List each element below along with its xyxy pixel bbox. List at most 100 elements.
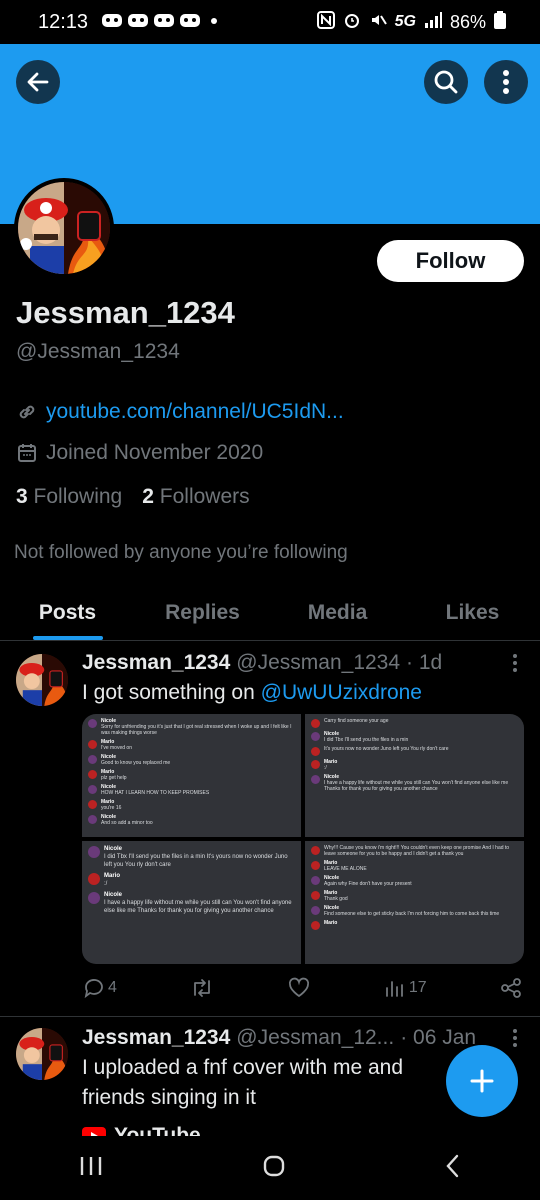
chat-text: I have a happy life without me while you… bbox=[324, 780, 509, 792]
following-stat[interactable]: 3 Following bbox=[16, 485, 122, 509]
repost-button[interactable] bbox=[190, 977, 214, 999]
chat-body: Nicole Good to know you replaced me bbox=[101, 754, 170, 766]
chat-avatar bbox=[311, 775, 320, 784]
profile-link[interactable]: youtube.com/channel/UC5IdN... bbox=[46, 400, 344, 424]
chat-body: Mario:/ bbox=[324, 759, 337, 771]
chat-body: Mario I've moved on bbox=[101, 739, 132, 751]
chat-avatar bbox=[88, 815, 97, 824]
post-text: I uploaded a fnf cover with me and frien… bbox=[82, 1056, 404, 1109]
chat-body: Nicole Again why Fine don't have your pre… bbox=[324, 875, 412, 887]
chat-text: I did Tbx I'll send you the files in a m… bbox=[324, 737, 409, 743]
chat-author: Mario bbox=[104, 873, 121, 879]
follow-button[interactable]: Follow bbox=[377, 240, 524, 282]
post-time: · 06 Jan bbox=[400, 1026, 477, 1049]
post-header: Jessman_1234 @Jessman_1234 · 1d bbox=[82, 651, 442, 675]
network-label: 5G bbox=[394, 13, 416, 30]
chat-text: I have a happy life without me while you… bbox=[104, 900, 292, 914]
post-author-name[interactable]: Jessman_1234 bbox=[82, 1026, 230, 1050]
post[interactable]: Jessman_1234 @Jessman_1234 · 1d I got so… bbox=[0, 641, 540, 1017]
tab-label: Media bbox=[307, 600, 368, 624]
reply-button[interactable]: 4 bbox=[82, 977, 117, 999]
chat-avatar bbox=[311, 747, 320, 756]
chat-avatar bbox=[88, 800, 97, 809]
signal-icon bbox=[424, 11, 442, 33]
battery-label: 86% bbox=[449, 11, 486, 32]
reply-count: 4 bbox=[108, 979, 117, 996]
media-image[interactable]: Nicole I did Tbx I'll send you the files … bbox=[82, 841, 301, 964]
chat-avatar bbox=[311, 846, 320, 855]
profile-display-name: Jessman_1234 bbox=[16, 295, 235, 330]
post-avatar[interactable] bbox=[16, 654, 68, 706]
back-nav-button[interactable] bbox=[445, 1154, 461, 1183]
system-nav-bar bbox=[0, 1136, 540, 1200]
media-image[interactable]: Why!!! Cause you know i'm right!!! You c… bbox=[305, 841, 524, 964]
share-button[interactable] bbox=[500, 977, 522, 999]
chat-body: Mario bbox=[324, 920, 337, 926]
media-image[interactable]: Nicole Sorry for unfriending you it's jus… bbox=[82, 714, 301, 837]
media-image[interactable]: Carry find someone your age Nicole I did T… bbox=[305, 714, 524, 837]
tab-label: Posts bbox=[38, 600, 97, 624]
chat-body: Nicole I did Tbx I'll send you the files … bbox=[324, 731, 408, 743]
more-vertical-icon bbox=[513, 1029, 517, 1047]
active-tab-indicator bbox=[32, 636, 103, 640]
home-button[interactable] bbox=[262, 1154, 286, 1183]
repost-icon bbox=[194, 979, 211, 997]
views-button[interactable]: 17 bbox=[383, 977, 427, 999]
more-options-button[interactable] bbox=[484, 60, 528, 104]
chevron-left-icon bbox=[446, 1154, 458, 1177]
follow-stats: 3 Following 2 Followers bbox=[16, 485, 250, 509]
views-count: 17 bbox=[408, 979, 427, 996]
like-button[interactable] bbox=[288, 977, 310, 999]
search-button[interactable] bbox=[424, 60, 468, 104]
post-avatar[interactable] bbox=[16, 1028, 68, 1080]
home-icon bbox=[263, 1155, 285, 1176]
compose-post-button[interactable] bbox=[446, 1045, 518, 1117]
arrow-left-icon bbox=[27, 72, 49, 92]
tab-likes[interactable]: Likes bbox=[405, 585, 540, 640]
battery-icon bbox=[494, 10, 506, 34]
post-more-button[interactable] bbox=[512, 1028, 518, 1054]
avatar-image bbox=[16, 654, 68, 706]
chat-body: Mario plz get help bbox=[101, 769, 127, 781]
profile-avatar[interactable] bbox=[14, 178, 114, 278]
nfc-icon bbox=[316, 10, 335, 34]
calendar-icon bbox=[18, 444, 36, 462]
chat-body: Mario :/ bbox=[104, 872, 120, 888]
chat-text: Carry find someone your age bbox=[324, 718, 389, 724]
profile-link-row[interactable]: youtube.com/channel/UC5IdN... bbox=[16, 400, 344, 424]
post-media-grid[interactable]: Nicole Sorry for unfriending you it's jus… bbox=[82, 714, 524, 964]
chat-message: Mario bbox=[311, 920, 518, 930]
chat-text: LEAVE ME ALONE bbox=[324, 866, 367, 872]
post-more-button[interactable] bbox=[512, 653, 518, 679]
post-author-name[interactable]: Jessman_1234 bbox=[82, 651, 230, 675]
followers-stat[interactable]: 2 Followers bbox=[142, 485, 249, 509]
chat-text: :/ bbox=[104, 881, 108, 887]
chat-body: Nicole I have a happy life without me whi… bbox=[104, 891, 295, 915]
tab-posts[interactable]: Posts bbox=[0, 585, 135, 640]
chat-body: Nicole HOW HAT I LEARN HOW TO KEEP PROMIS… bbox=[101, 784, 209, 796]
chat-avatar bbox=[311, 861, 320, 870]
chat-message: Nicole Again why Fine don't have your pre… bbox=[311, 875, 518, 887]
chat-message: Mario plz get help bbox=[88, 769, 295, 781]
chat-text: HOW HAT I LEARN HOW TO KEEP PROMISES bbox=[101, 790, 210, 796]
tab-media[interactable]: Media bbox=[270, 585, 405, 640]
tab-label: Likes bbox=[445, 600, 500, 624]
chat-text: Why!!! Cause you know i'm right!!! You c… bbox=[324, 845, 510, 857]
chat-text: Again why Fine don't have your present bbox=[324, 881, 412, 887]
chat-body: Why!!! Cause you know i'm right!!! You c… bbox=[324, 845, 518, 857]
following-count: 3 bbox=[16, 485, 28, 508]
chat-avatar bbox=[88, 785, 97, 794]
back-button[interactable] bbox=[16, 60, 60, 104]
following-label: Following bbox=[33, 485, 123, 508]
chat-message: Nicole I have a happy life without me whi… bbox=[88, 891, 295, 915]
chat-body: Nicole Find someone else to get sticky ba… bbox=[324, 905, 499, 917]
status-right: 5G 86% bbox=[316, 10, 506, 34]
tab-replies[interactable]: Replies bbox=[135, 585, 270, 640]
chat-avatar bbox=[88, 719, 97, 728]
post-mention[interactable]: @UwUUzixdrone bbox=[261, 681, 422, 704]
chat-message: Mario I've moved on bbox=[88, 739, 295, 751]
recent-apps-button[interactable] bbox=[79, 1155, 103, 1182]
chat-text: you're 16 bbox=[101, 805, 122, 811]
chat-body: Mario you're 16 bbox=[101, 799, 121, 811]
chat-message: Nicole HOW HAT I LEARN HOW TO KEEP PROMIS… bbox=[88, 784, 295, 796]
